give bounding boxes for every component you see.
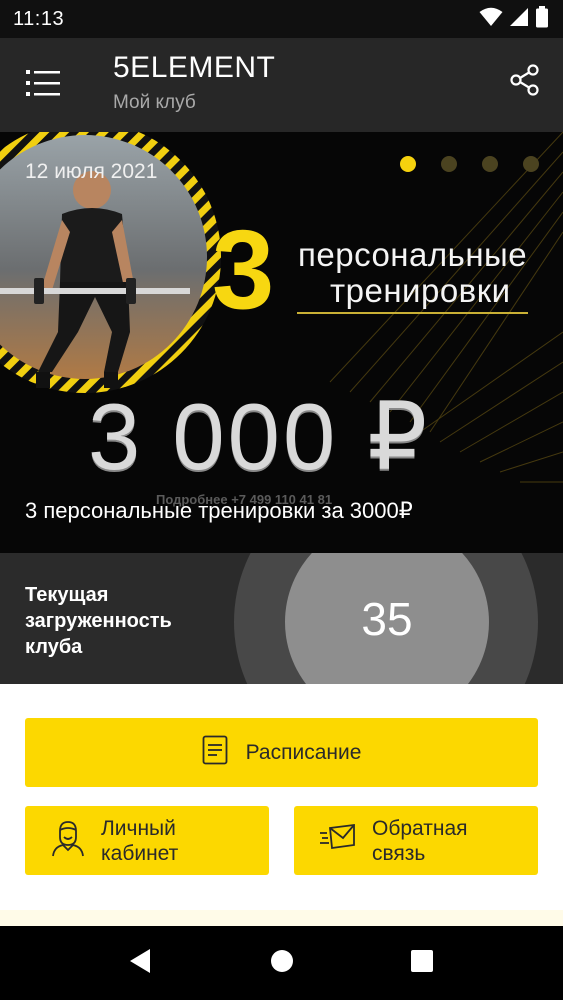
home-icon: [270, 949, 294, 978]
promo-price: 3 000 ₽: [88, 384, 431, 489]
promo-text-line1: персональные: [298, 236, 528, 273]
banner-artwork: [0, 132, 563, 483]
actions-panel: Расписание Личный кабинет Обратная связь: [0, 684, 563, 926]
promo-underline: [297, 312, 528, 314]
battery-icon: [535, 5, 549, 33]
personal-cabinet-label: Личный кабинет: [101, 816, 179, 865]
envelope-icon: [320, 823, 356, 859]
status-bar: 11:13: [0, 0, 563, 38]
occupancy-value: 35: [361, 593, 413, 645]
occupancy-label: Текущая загруженность клуба: [25, 584, 172, 658]
promo-banner[interactable]: 12 июля 2021 3 персональные тренировки 3…: [0, 132, 563, 553]
promo-text-line2: тренировки: [330, 272, 511, 309]
promo-number: 3: [212, 207, 275, 332]
back-button[interactable]: [125, 948, 155, 978]
menu-button[interactable]: [22, 64, 64, 106]
carousel-dot-3[interactable]: [482, 156, 498, 172]
app-title: 5ELEMENT: [113, 51, 276, 84]
banner-date: 12 июля 2021: [25, 160, 158, 183]
app-subtitle: Мой клуб: [113, 92, 196, 113]
carousel-dot-4[interactable]: [523, 156, 539, 172]
home-button[interactable]: [267, 948, 297, 978]
signal-icon: [509, 7, 529, 32]
carousel-dot-2[interactable]: [441, 156, 457, 172]
club-occupancy: Текущая загруженность клуба 35: [0, 553, 563, 684]
personal-cabinet-button[interactable]: Личный кабинет: [25, 806, 269, 875]
schedule-button[interactable]: Расписание: [25, 718, 538, 787]
hamburger-menu-icon: [26, 69, 60, 102]
status-time: 11:13: [13, 8, 65, 30]
recents-button[interactable]: [407, 948, 437, 978]
share-button[interactable]: [505, 62, 545, 102]
wifi-icon: [479, 7, 503, 32]
banner-caption: 3 персональные тренировки за 3000₽: [25, 498, 413, 523]
carousel-indicators[interactable]: [400, 156, 539, 172]
app-bar: 5ELEMENT Мой клуб: [0, 38, 563, 132]
feedback-button[interactable]: Обратная связь: [294, 806, 538, 875]
feedback-label: Обратная связь: [372, 816, 468, 865]
content-edge: [0, 910, 563, 926]
schedule-label: Расписание: [245, 740, 362, 764]
user-profile-icon: [51, 819, 85, 863]
share-icon: [510, 63, 540, 101]
back-icon: [128, 948, 152, 979]
status-icons: [479, 5, 549, 33]
system-nav-bar: [0, 926, 563, 1000]
carousel-dot-1[interactable]: [400, 156, 416, 172]
recents-icon: [410, 949, 434, 978]
schedule-icon: [202, 735, 228, 771]
